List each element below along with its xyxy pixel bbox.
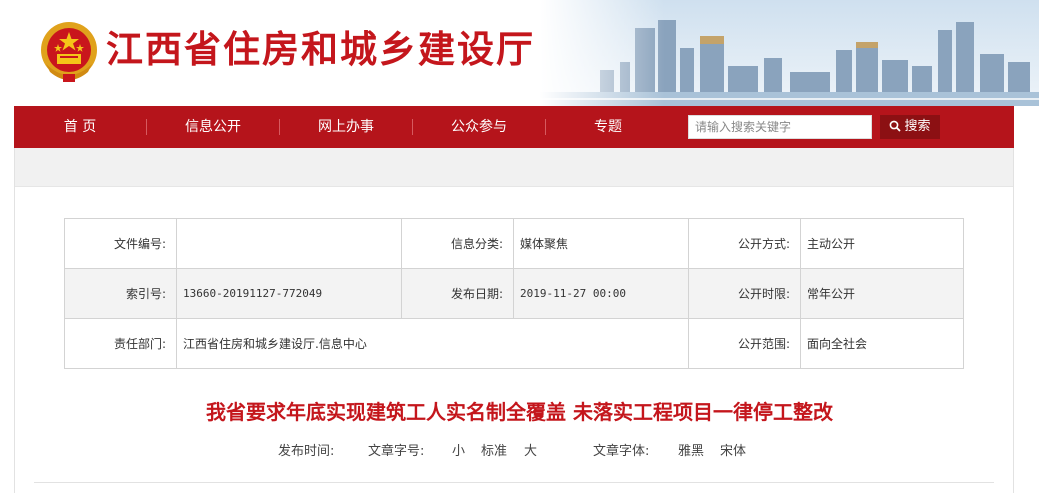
search-icon [890, 120, 902, 132]
city-skyline-banner [540, 0, 1039, 106]
label-index-number: 索引号: [64, 268, 177, 319]
label-disclosure-period: 公开时限: [688, 268, 801, 319]
main-nav: 首 页 信息公开 网上办事 公众参与 专题 搜索 [14, 106, 1014, 148]
site-header: 江西省住房和城乡建设厅 [0, 0, 1039, 106]
nav-item-info-disclosure[interactable]: 信息公开 [147, 106, 279, 148]
content-divider [34, 482, 994, 483]
font-yahei-option[interactable]: 雅黑 [678, 440, 704, 459]
value-file-number [176, 218, 402, 269]
label-disclosure-scope: 公开范围: [688, 318, 801, 369]
site-title: 江西省住房和城乡建设厅 [106, 28, 535, 71]
search-button-label: 搜索 [904, 119, 931, 134]
label-disclosure-method: 公开方式: [688, 218, 801, 269]
label-responsible-dept: 责任部门: [64, 318, 177, 369]
label-info-category: 信息分类: [401, 218, 514, 269]
value-index-number: 13660-20191127-772049 [176, 268, 402, 319]
publish-time-label: 发布时间: [278, 444, 335, 459]
font-family-label: 文章字体: [593, 444, 650, 459]
value-publish-date: 2019-11-27 00:00 [513, 268, 689, 319]
label-publish-date: 发布日期: [401, 268, 514, 319]
font-size-large-option[interactable]: 大 [524, 440, 537, 459]
article-title: 我省要求年底实现建筑工人实名制全覆盖 未落实工程项目一律停工整改 [206, 400, 833, 424]
value-disclosure-method: 主动公开 [800, 218, 964, 269]
value-responsible-dept: 江西省住房和城乡建设厅.信息中心 [176, 318, 689, 369]
search-input[interactable] [688, 115, 872, 139]
nav-item-home[interactable]: 首 页 [14, 106, 146, 148]
value-disclosure-period: 常年公开 [800, 268, 964, 319]
value-disclosure-scope: 面向全社会 [800, 318, 964, 369]
national-emblem-icon [41, 22, 97, 82]
font-size-label: 文章字号: [368, 444, 425, 459]
value-info-category: 媒体聚焦 [513, 218, 689, 269]
breadcrumb-bar [15, 148, 1013, 187]
nav-item-online-services[interactable]: 网上办事 [280, 106, 412, 148]
document-info-table: 文件编号: 信息分类: 媒体聚焦 公开方式: 主动公开 索引号: 13660-2… [64, 218, 964, 369]
nav-item-public-participation[interactable]: 公众参与 [413, 106, 545, 148]
font-size-small-option[interactable]: 小 [452, 440, 465, 459]
search-button[interactable]: 搜索 [880, 115, 940, 139]
nav-item-topics[interactable]: 专题 [546, 106, 670, 148]
font-size-standard-option[interactable]: 标准 [481, 440, 507, 459]
label-file-number: 文件编号: [64, 218, 177, 269]
font-song-option[interactable]: 宋体 [720, 440, 746, 459]
